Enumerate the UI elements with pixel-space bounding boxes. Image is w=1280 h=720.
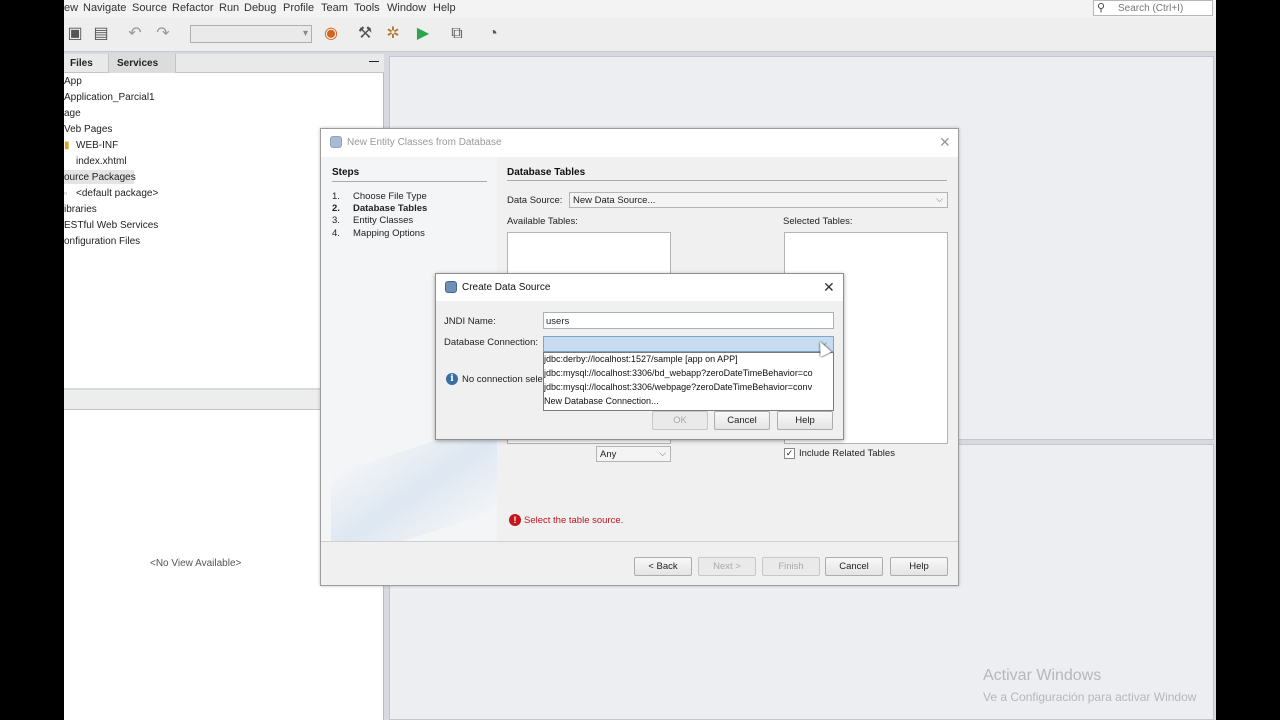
folder-icon: ▮ [64,140,70,151]
netbeans-icon [330,136,342,148]
tree-item[interactable]: App [64,76,82,87]
search-icon: ⚲ [1097,2,1106,14]
minimize-button[interactable]: — [369,56,379,67]
search-input[interactable]: ⚲ Search (Ctrl+I) [1093,0,1213,16]
steps-title: Steps [332,167,360,178]
divider [332,181,487,182]
tree-item[interactable]: ibraries [64,204,97,215]
chevron-down-icon: ⌵ [936,194,943,204]
cancel-button[interactable]: Cancel [825,557,883,576]
menu-run[interactable]: Run [219,2,239,14]
tree-item[interactable]: onfiguration Files [64,236,140,247]
menu-window[interactable]: Window [387,2,426,14]
dialog-titlebar: New Entity Classes from Database ✕ [321,129,958,157]
connection-dropdown-list: jdbc:derby://localhost:1527/sample [app … [543,352,834,411]
dialog-footer: < Back Next > Finish Cancel Help [321,541,958,585]
menu-refactor[interactable]: Refactor [172,2,214,14]
divider [507,180,947,181]
back-button[interactable]: < Back [634,557,692,576]
available-tables-label: Available Tables: [507,216,578,227]
error-message: Select the table source. [524,515,624,526]
info-message: No connection sele [462,374,543,385]
info-icon: i [446,373,458,385]
menu-bar: ew Navigate Source Refactor Run Debug Pr… [64,0,1216,18]
debug-icon[interactable]: ⧉ [446,24,468,44]
run-icon[interactable]: ▶ [412,24,434,44]
browser-icon[interactable]: ◉ [320,24,342,44]
step-item: 3. Entity Classes [332,215,414,226]
create-data-source-dialog: Create Data Source ✕ JNDI Name: users Da… [435,273,844,440]
menu-tools[interactable]: Tools [354,2,380,14]
menu-source[interactable]: Source [132,2,167,14]
package-icon: ▫ [64,188,68,198]
projects-tabs: Files Services — [64,54,384,73]
connection-option[interactable]: jdbc:mysql://localhost:3306/webpage?zero… [544,382,833,396]
new-project-icon[interactable]: ▣ [64,24,86,44]
connection-option[interactable]: jdbc:mysql://localhost:3306/bd_webapp?ze… [544,368,833,382]
tree-item[interactable]: WEB-INF [76,140,118,151]
data-source-combo[interactable]: New Data Source... ⌵ [569,192,948,208]
menu-team[interactable]: Team [321,2,348,14]
jndi-name-input[interactable]: users [543,312,834,329]
build-icon[interactable]: ⚒ [354,24,376,44]
selected-tables-label: Selected Tables: [783,216,853,227]
include-related-label: Include Related Tables [799,448,895,459]
menu-help[interactable]: Help [433,2,456,14]
tree-item[interactable]: <default package> [76,188,158,199]
step-item-current: 2. Database Tables [332,203,428,214]
cancel-button[interactable]: Cancel [714,411,770,430]
table-filter-combo[interactable]: Any ⌵ [596,446,671,462]
tab-services[interactable]: Services [117,58,158,69]
toolbar: ▣ ▤ ↶ ↷ ◉ ⚒ ✲ ▶ ⧉ ◔ [64,18,1216,52]
dialog-titlebar: Create Data Source ✕ [436,274,843,301]
tree-item[interactable]: age [64,108,81,119]
netbeans-window: ew Navigate Source Refactor Run Debug Pr… [64,0,1216,720]
activation-watermark-title: Activar Windows [983,667,1102,684]
connection-option[interactable]: New Database Connection... [544,396,833,410]
menu-debug[interactable]: Debug [244,2,276,14]
finish-button[interactable]: Finish [762,557,820,576]
tab-files[interactable]: Files [70,58,93,69]
help-button[interactable]: Help [890,557,948,576]
connection-option[interactable]: jdbc:derby://localhost:1527/sample [app … [544,354,833,368]
redo-icon[interactable]: ↷ [152,24,174,44]
error-icon: ! [509,514,521,526]
include-related-checkbox[interactable]: ✓ [784,448,795,459]
undo-icon[interactable]: ↶ [124,24,146,44]
dialog-title: New Entity Classes from Database [347,137,502,148]
step-item: 1. Choose File Type [332,191,427,202]
step-item: 4. Mapping Options [332,228,425,239]
tree-item[interactable]: ESTful Web Services [64,220,158,231]
tree-item[interactable]: index.xhtml [76,156,127,167]
clean-build-icon[interactable]: ✲ [382,24,404,44]
next-button[interactable]: Next > [698,557,756,576]
jndi-name-label: JNDI Name: [444,316,496,327]
menu-navigate[interactable]: Navigate [83,2,126,14]
ok-button[interactable]: OK [652,411,708,430]
netbeans-icon [445,281,457,293]
database-connection-label: Database Connection: [444,337,539,348]
activation-watermark-subtitle: Ve a Configuración para activar Window [983,690,1197,704]
chevron-down-icon: ⌵ [659,448,666,458]
no-view-text: <No View Available> [150,558,242,569]
menu-profile[interactable]: Profile [283,2,314,14]
tree-item[interactable]: Veb Pages [64,124,112,135]
profile-icon[interactable]: ◔ [482,24,504,44]
dialog-title: Create Data Source [462,282,551,293]
configuration-combo[interactable] [190,25,312,43]
search-placeholder: Search (Ctrl+I) [1118,3,1184,14]
database-connection-combo[interactable]: ⌵ [543,336,834,352]
tree-item-selected[interactable]: ource Packages [64,172,136,183]
close-icon[interactable]: ✕ [823,279,835,296]
help-button[interactable]: Help [777,411,833,430]
data-source-label: Data Source: [507,195,563,206]
menu-view[interactable]: ew [64,2,78,14]
close-icon[interactable]: ✕ [939,134,951,151]
save-all-icon[interactable]: ▤ [90,24,112,44]
tree-item[interactable]: Application_Parcial1 [64,92,155,103]
section-title: Database Tables [507,167,586,178]
